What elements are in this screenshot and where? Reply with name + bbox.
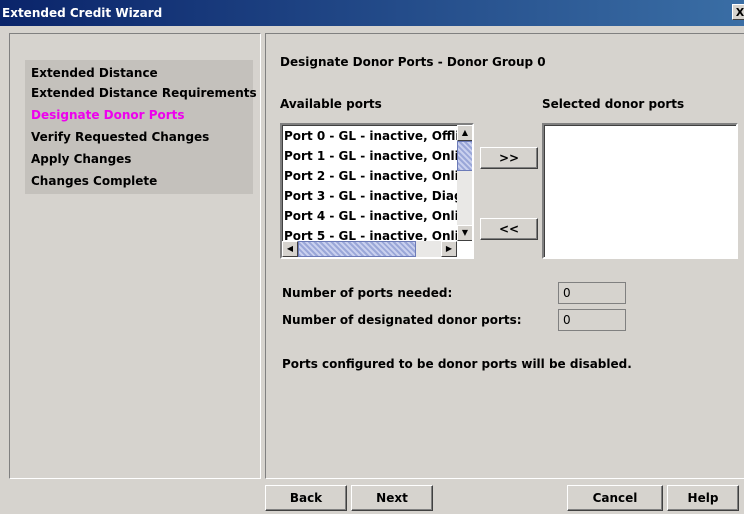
step-changes-complete: Changes Complete [31,174,158,188]
footer-bar: Back Next Cancel Help [0,481,744,514]
steps-panel: Extended Distance Extended Distance Requ… [9,33,261,479]
selected-donor-ports-list[interactable] [542,123,738,259]
window-titlebar: Extended Credit Wizard X [0,0,744,26]
help-button[interactable]: Help [667,485,739,511]
available-ports-label: Available ports [280,97,382,111]
back-button[interactable]: Back [265,485,347,511]
close-icon: X [735,6,744,19]
next-button[interactable]: Next [351,485,433,511]
vertical-scrollbar[interactable]: ▲ ▼ [457,125,472,241]
port-item-4[interactable]: Port 4 - GL - inactive, Online [284,207,472,225]
horizontal-scroll-thumb[interactable] [298,241,416,257]
scroll-down-icon[interactable]: ▼ [457,225,472,241]
cancel-button[interactable]: Cancel [567,485,663,511]
scroll-left-icon[interactable]: ◀ [282,241,298,257]
page-heading: Designate Donor Ports - Donor Group 0 [280,55,546,69]
step-verify-requested-changes: Verify Requested Changes [31,130,210,144]
scroll-right-icon[interactable]: ▶ [441,241,457,257]
add-port-button[interactable]: >> [480,147,538,169]
available-ports-list[interactable]: Port 0 - GL - inactive, Offline Port 1 -… [280,123,474,259]
scroll-up-icon[interactable]: ▲ [457,125,472,141]
ports-needed-label: Number of ports needed: [282,286,453,300]
steps-list: Extended Distance Extended Distance Requ… [25,60,257,194]
port-item-1[interactable]: Port 1 - GL - inactive, Online [284,147,472,165]
close-button[interactable]: X [732,4,744,20]
horizontal-scrollbar[interactable]: ◀ ▶ [282,241,457,257]
step-extended-distance-requirements: Extended Distance Requirements [31,86,257,100]
port-item-2[interactable]: Port 2 - GL - inactive, Online [284,167,472,185]
donor-ports-note: Ports configured to be donor ports will … [282,357,632,371]
step-extended-distance: Extended Distance [31,66,158,80]
port-item-0[interactable]: Port 0 - GL - inactive, Offline [284,127,472,145]
vertical-scroll-thumb[interactable] [457,141,472,171]
selected-ports-label: Selected donor ports [542,97,685,111]
remove-port-button[interactable]: << [480,218,538,240]
step-apply-changes: Apply Changes [31,152,132,166]
port-item-3[interactable]: Port 3 - GL - inactive, Diagnc [284,187,472,205]
step-designate-donor-ports: Designate Donor Ports [31,108,185,122]
window-title: Extended Credit Wizard [2,6,163,20]
designated-ports-field: 0 [558,309,626,331]
designated-ports-label: Number of designated donor ports: [282,313,522,327]
ports-needed-field: 0 [558,282,626,304]
